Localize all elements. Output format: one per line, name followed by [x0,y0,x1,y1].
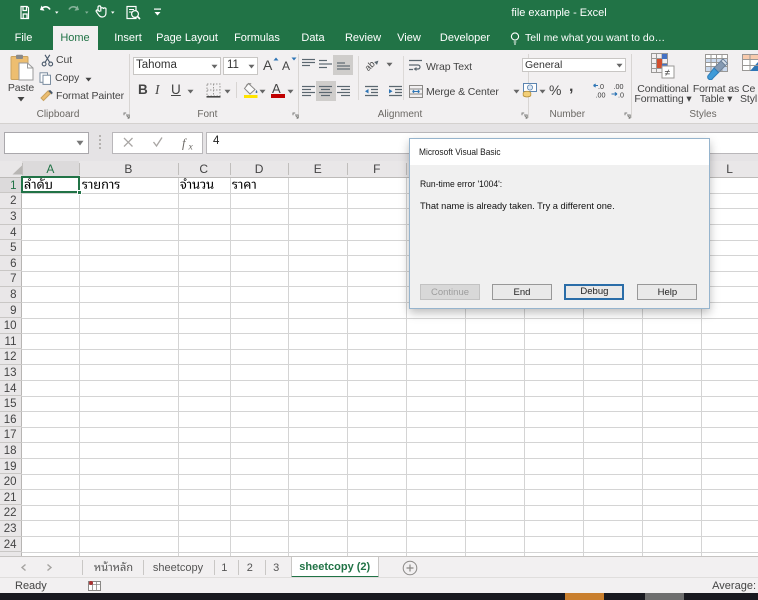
svg-text:.0: .0 [618,91,624,100]
svg-text:A: A [282,59,290,73]
svg-text:A: A [263,57,273,73]
svg-text:≠: ≠ [665,68,671,79]
svg-text:x: x [188,143,194,151]
svg-text:f: f [182,137,187,151]
svg-text:.00: .00 [596,91,606,100]
svg-text:ab: ab [365,59,377,72]
